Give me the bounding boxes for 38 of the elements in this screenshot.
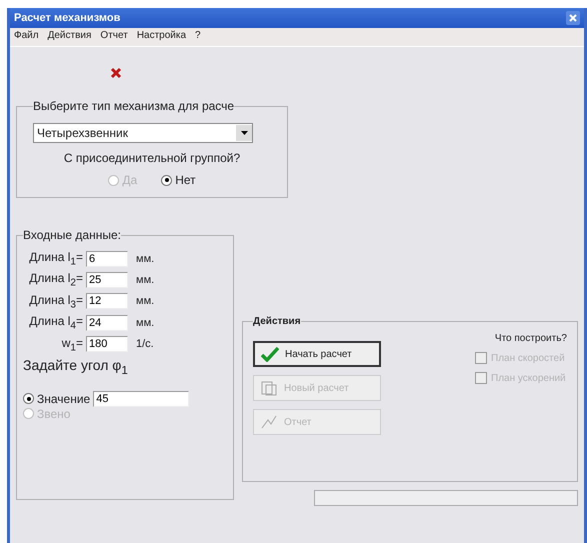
unit-label: мм. [136,252,154,265]
input-field[interactable]: 12 [86,293,128,310]
copy-icon [260,380,278,396]
window-title: Расчет механизмов [14,12,120,24]
menu-item[interactable]: Действия [48,30,92,44]
field-label: Длина l$_{3}$= [28,292,84,310]
menu-item[interactable]: Файл [14,30,39,44]
input-field[interactable]: 6 [86,250,128,267]
question-label: С присоединительной группой? [62,151,242,165]
group-title: Действия [253,316,301,327]
field-label: Длина l$_{1}$= [28,250,84,268]
input-field[interactable]: 25 [86,272,128,288]
close-icon[interactable] [566,11,580,25]
angle-title: Задайте угол φ$_{1}$ [23,356,129,377]
build-title: Что построить? [494,333,567,344]
mechanism-dropdown[interactable]: Четырехзвенник [33,123,253,143]
unit-label: мм. [136,274,154,286]
group-title: Входные данные: [23,228,121,242]
unit-label: 1/c. [136,338,154,350]
menu-item[interactable]: Настройка [136,30,186,44]
unit-label: мм. [136,295,154,308]
group-title: Выберите тип механизма для расче [33,99,234,113]
cross-icon [110,67,122,79]
input-field[interactable]: 24 [86,314,128,331]
chart-icon [260,414,278,430]
radio-option[interactable]: Значение [23,392,90,406]
unit-label: мм. [136,316,154,329]
field-label: Длина l$_{2}$= [28,271,84,289]
check-icon [261,346,279,362]
field-label: Длина l$_{4}$= [28,314,84,332]
angle-field[interactable]: 45 [93,390,190,407]
action-button[interactable]: Начать расчет [253,341,381,367]
input-field[interactable]: 180 [86,336,128,352]
menu-item[interactable]: Отчет [100,30,128,44]
dropdown-arrow-icon [240,131,248,135]
field-label: w$_{1}$= [60,336,84,353]
radio-option[interactable]: Нет [161,173,196,187]
menu-item[interactable]: ? [195,30,201,44]
